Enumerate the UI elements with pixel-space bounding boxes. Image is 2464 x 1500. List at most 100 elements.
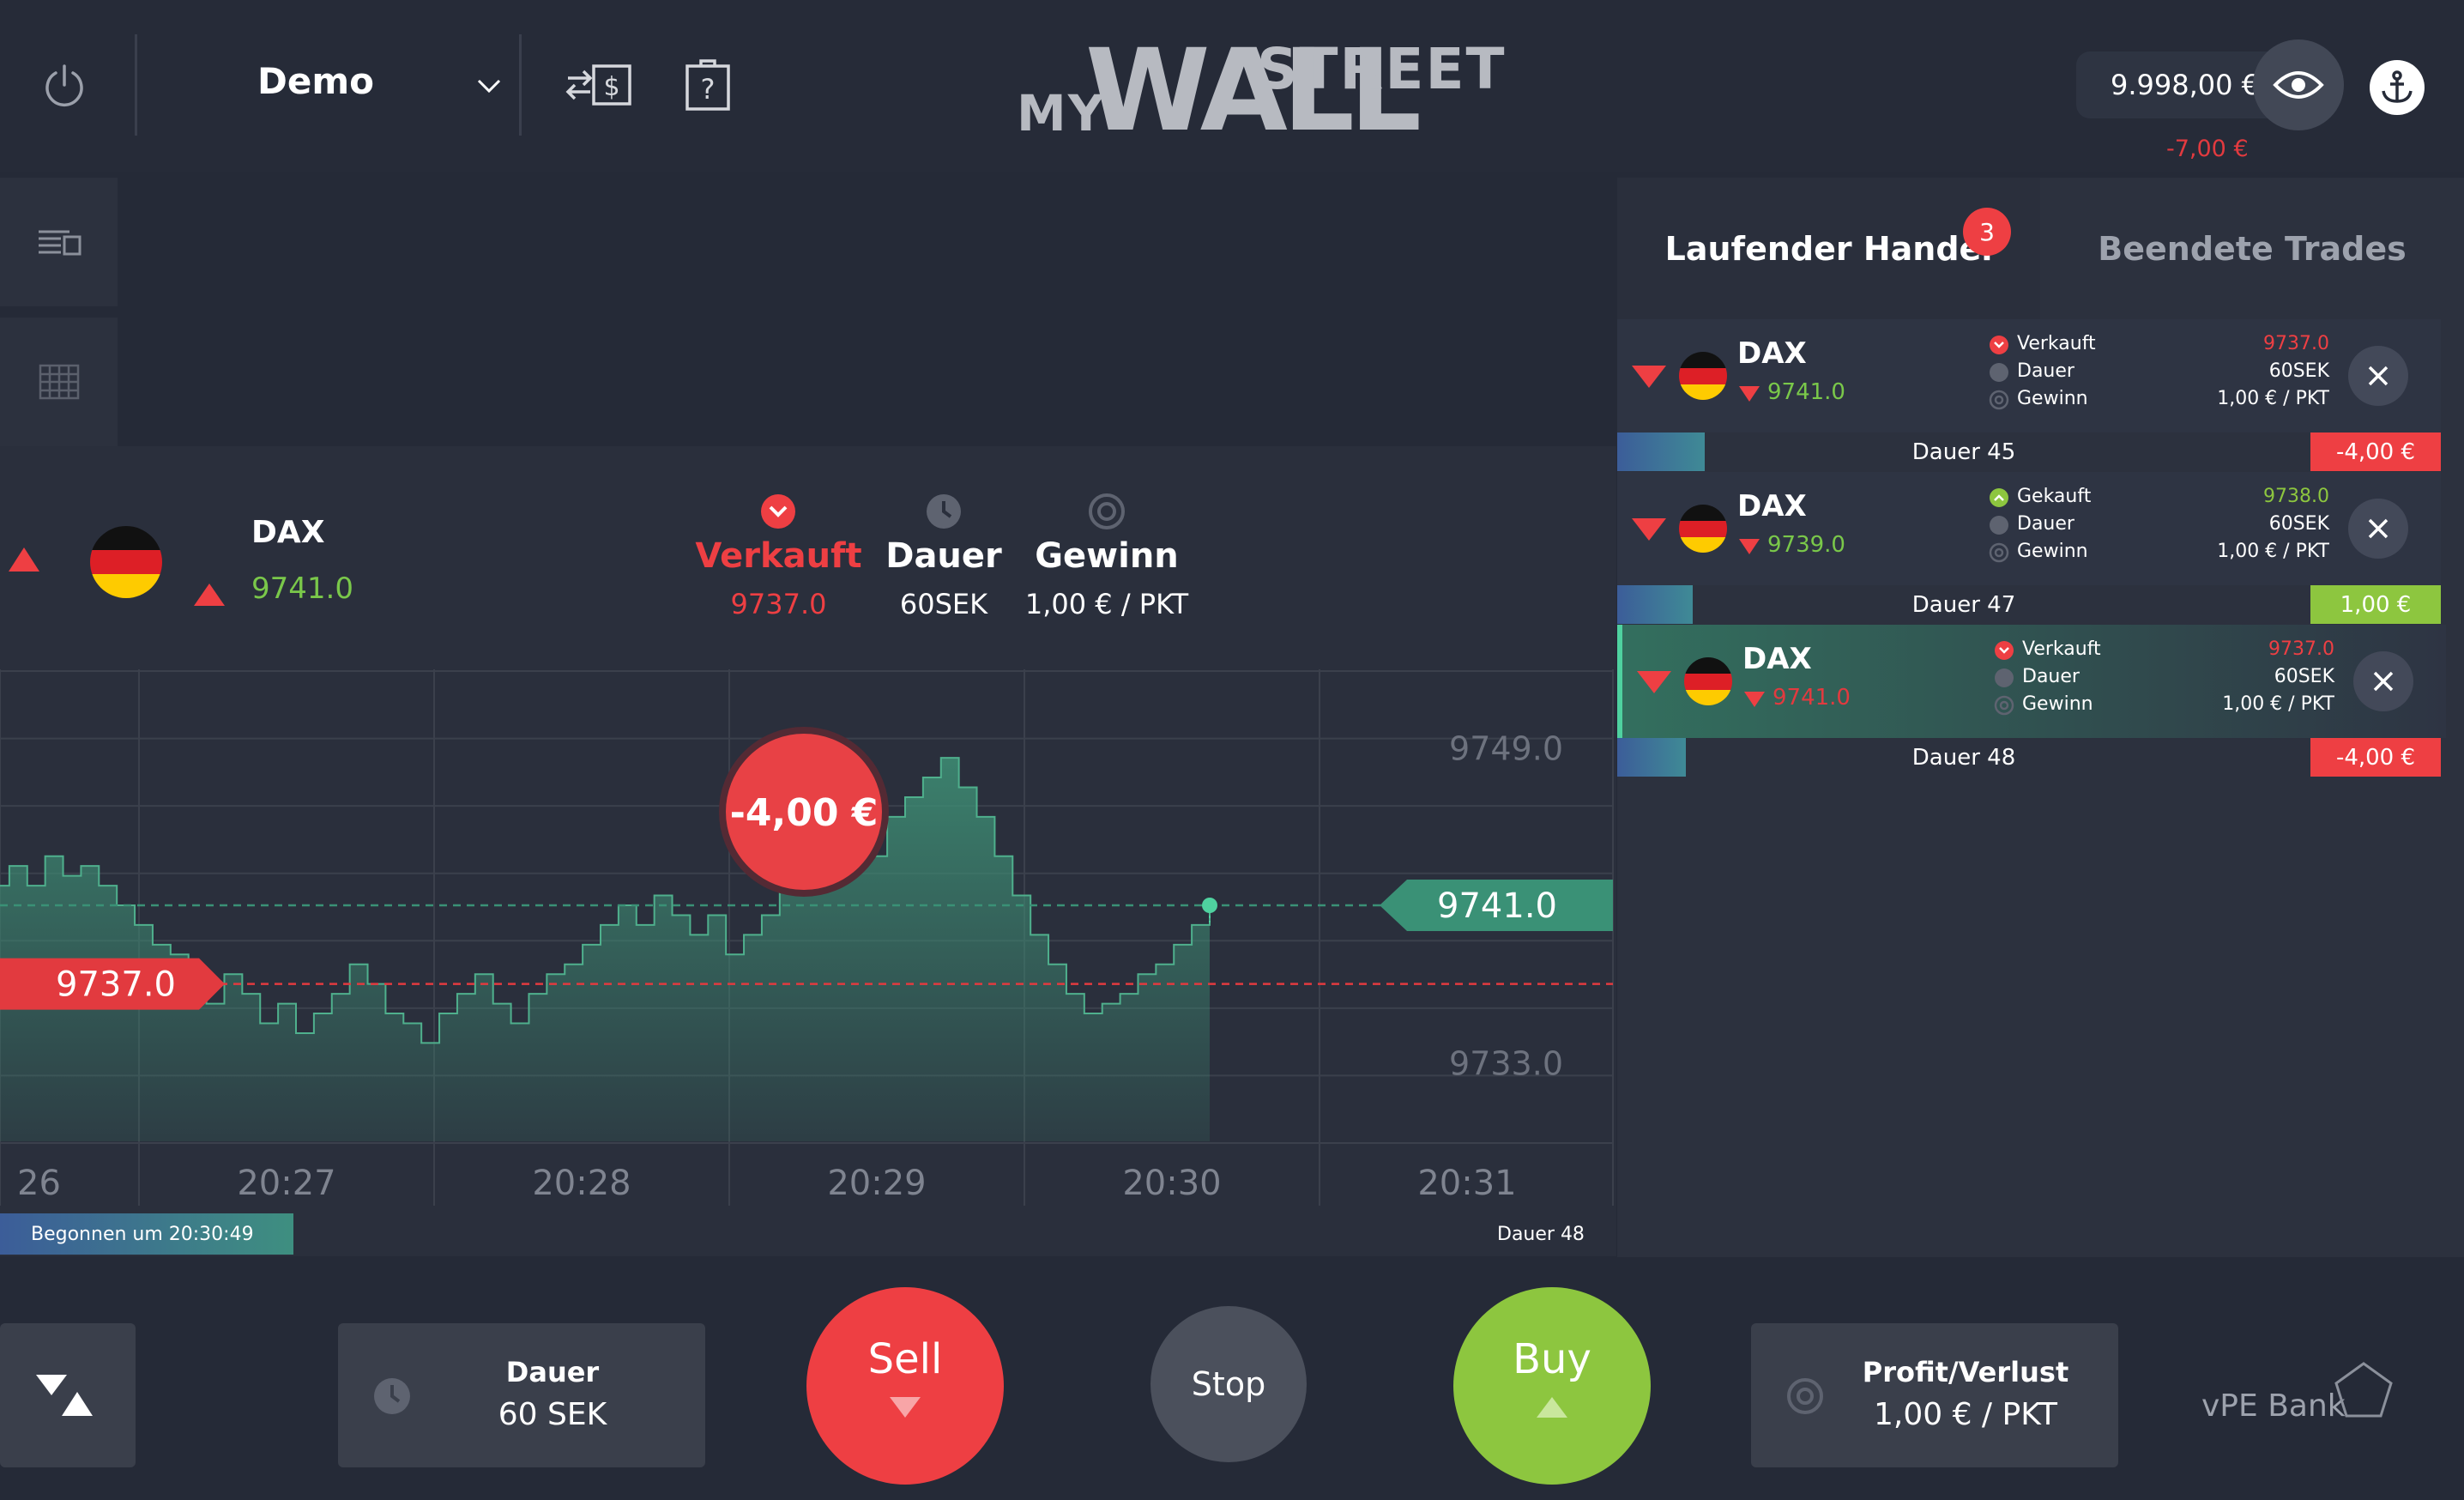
trade-pl-badge: -4,00 € (2310, 738, 2441, 777)
down-arrow-icon (890, 1397, 921, 1418)
target-icon (1989, 542, 2009, 563)
entry-price-label: 9737.0 (56, 965, 176, 1005)
pentagon-icon (2334, 1362, 2393, 1418)
trade-profit-label: Gewinn (2017, 388, 2088, 409)
target-icon (1994, 695, 2014, 716)
price-area (0, 758, 1210, 1141)
germany-flag-icon (90, 526, 162, 598)
sell-button-label: Sell (867, 1335, 943, 1383)
trades-list: DAX 9741.0 Verkauft Dauer Gewinn 9737.0 60SEK 1… (1617, 319, 2464, 1006)
trade-profit-label: Gewinn (2022, 693, 2093, 715)
trade-profit-label: Gewinn (2017, 541, 2088, 562)
trade-price: 9741.0 (1767, 379, 1845, 405)
direction-toggle-icon (36, 1375, 93, 1416)
x-tick-label: 20:31 (1417, 1164, 1516, 1203)
target-icon (1088, 493, 1126, 530)
trade-action-price: 9738.0 (2263, 486, 2329, 507)
svg-text:$: $ (603, 72, 619, 102)
eye-icon[interactable] (2253, 39, 2344, 130)
trade-price: 9739.0 (1767, 532, 1845, 558)
buy-direction-icon (1990, 488, 2008, 507)
list-view-icon[interactable] (0, 178, 118, 306)
transfer-money-icon[interactable]: $ (562, 53, 636, 117)
trade-action: Verkauft (2022, 638, 2101, 660)
sell-direction-icon (759, 493, 797, 530)
target-icon (1989, 390, 2009, 410)
x-tick-label: 20:30 (1122, 1164, 1221, 1203)
duration-button-value: 60 SEK (498, 1397, 607, 1432)
trade-asset-name: DAX (1737, 489, 1807, 523)
target-icon (1787, 1378, 1823, 1414)
stop-button[interactable]: Stop (1150, 1306, 1307, 1462)
trade-action-price: 9737.0 (2263, 333, 2329, 354)
trade-duration-bar: Dauer 48 -4,00 € (1617, 738, 2441, 777)
trade-duration-label: Dauer (2017, 360, 2074, 382)
trades-panel: Laufender Handel 3 Beendete Trades DAX 97… (1617, 178, 2464, 1257)
profit-loss-button[interactable]: Profit/Verlust 1,00 € / PKT (1751, 1323, 2118, 1467)
y-tick-label: 9749.0 (1449, 730, 1563, 768)
trade-profit-value: 1,00 € / PKT (2217, 541, 2329, 562)
bank-label: vPE Bank (2201, 1388, 2346, 1424)
stop-button-label: Stop (1191, 1365, 1266, 1403)
clock-icon (1995, 668, 2014, 687)
trade-action: Verkauft (2017, 333, 2096, 354)
direction-label: Verkauft (695, 536, 862, 576)
power-icon[interactable] (34, 51, 94, 120)
close-icon (2368, 366, 2389, 386)
tab-finished-trades[interactable]: Beendete Trades (2040, 178, 2464, 319)
up-triangle-icon (7, 546, 41, 573)
trade-row[interactable]: DAX 9741.0 Verkauft Dauer Gewinn 9737.0 60SEK 1… (1617, 625, 2446, 738)
sell-button[interactable]: Sell (806, 1287, 1004, 1485)
trade-duration-text: Dauer 48 (1911, 745, 2016, 771)
trade-row[interactable]: DAX 9739.0 Gekauft Dauer Gewinn 9738.0 60SEK 1,… (1617, 472, 2441, 585)
x-tick-label: 20:27 (237, 1164, 335, 1203)
close-icon (2368, 518, 2389, 539)
germany-flag-icon (1679, 352, 1727, 400)
chevron-down-icon[interactable] (472, 69, 506, 103)
trade-row[interactable]: DAX 9741.0 Verkauft Dauer Gewinn 9737.0 60SEK 1… (1617, 319, 2441, 432)
divider (519, 34, 522, 136)
tab-finished-label: Beendete Trades (2098, 229, 2407, 268)
anchor-icon[interactable] (2370, 60, 2425, 115)
divider (135, 34, 137, 136)
chart-panel: DAX 9741.0 Verkauft 9737.0 Dauer 60SEK G… (0, 446, 1616, 1256)
close-trade-button[interactable] (2348, 499, 2408, 559)
close-trade-button[interactable] (2348, 346, 2408, 406)
profit-loss-label: Profit/Verlust (1862, 1356, 2069, 1388)
logo: MY WALL STREET (1017, 34, 1505, 148)
close-icon (2373, 671, 2394, 692)
tab-running-label: Laufender Handel (1664, 229, 1993, 268)
grid-view-icon[interactable] (0, 318, 118, 446)
chart-duration-label: Dauer 48 (1497, 1224, 1585, 1245)
trade-asset-name: DAX (1742, 642, 1812, 676)
duration-button[interactable]: Dauer 60 SEK (338, 1323, 705, 1467)
trade-action-price: 9737.0 (2268, 638, 2334, 660)
x-tick-label: 20:28 (532, 1164, 631, 1203)
top-bar: Demo $ ? MY WALL STREET 9.998,00 € -7,00… (0, 0, 2464, 172)
pl-bubble-label: -4,00 € (730, 791, 879, 835)
buy-button-label: Buy (1513, 1335, 1591, 1383)
help-icon[interactable]: ? (682, 53, 734, 117)
asset-price: 9741.0 (251, 572, 353, 606)
profit-label: Gewinn (1035, 536, 1179, 576)
trade-duration-value: 60SEK (2274, 666, 2334, 687)
sell-direction-icon (1990, 336, 2008, 354)
trade-duration-bar: Dauer 45 -4,00 € (1617, 432, 2441, 471)
x-tick-label: 20:29 (827, 1164, 926, 1203)
profit-value: 1,00 € / PKT (1024, 588, 1189, 620)
trade-duration-text: Dauer 47 (1911, 592, 2016, 618)
clock-icon (374, 1378, 410, 1414)
y-tick-label: 9733.0 (1449, 1044, 1563, 1082)
current-price-label: 9741.0 (1437, 886, 1557, 926)
price-chart[interactable]: 26 20:27 20:28 20:29 20:30 20:31 9749.0 9733.0 9… (0, 669, 1616, 1256)
running-count-badge: 3 (1963, 208, 2011, 256)
account-selector-label[interactable]: Demo (257, 60, 403, 102)
trade-duration-value: 60SEK (2268, 513, 2329, 535)
trade-duration-value: 60SEK (2268, 360, 2329, 382)
started-time-bar: Begonnen um 20:30:49 (0, 1213, 293, 1255)
duration-button-label: Dauer (505, 1356, 600, 1388)
trade-duration-text: Dauer 45 (1911, 439, 2016, 465)
close-trade-button[interactable] (2353, 651, 2413, 711)
direction-toggle-button[interactable] (0, 1323, 136, 1467)
buy-button[interactable]: Buy (1453, 1287, 1651, 1485)
